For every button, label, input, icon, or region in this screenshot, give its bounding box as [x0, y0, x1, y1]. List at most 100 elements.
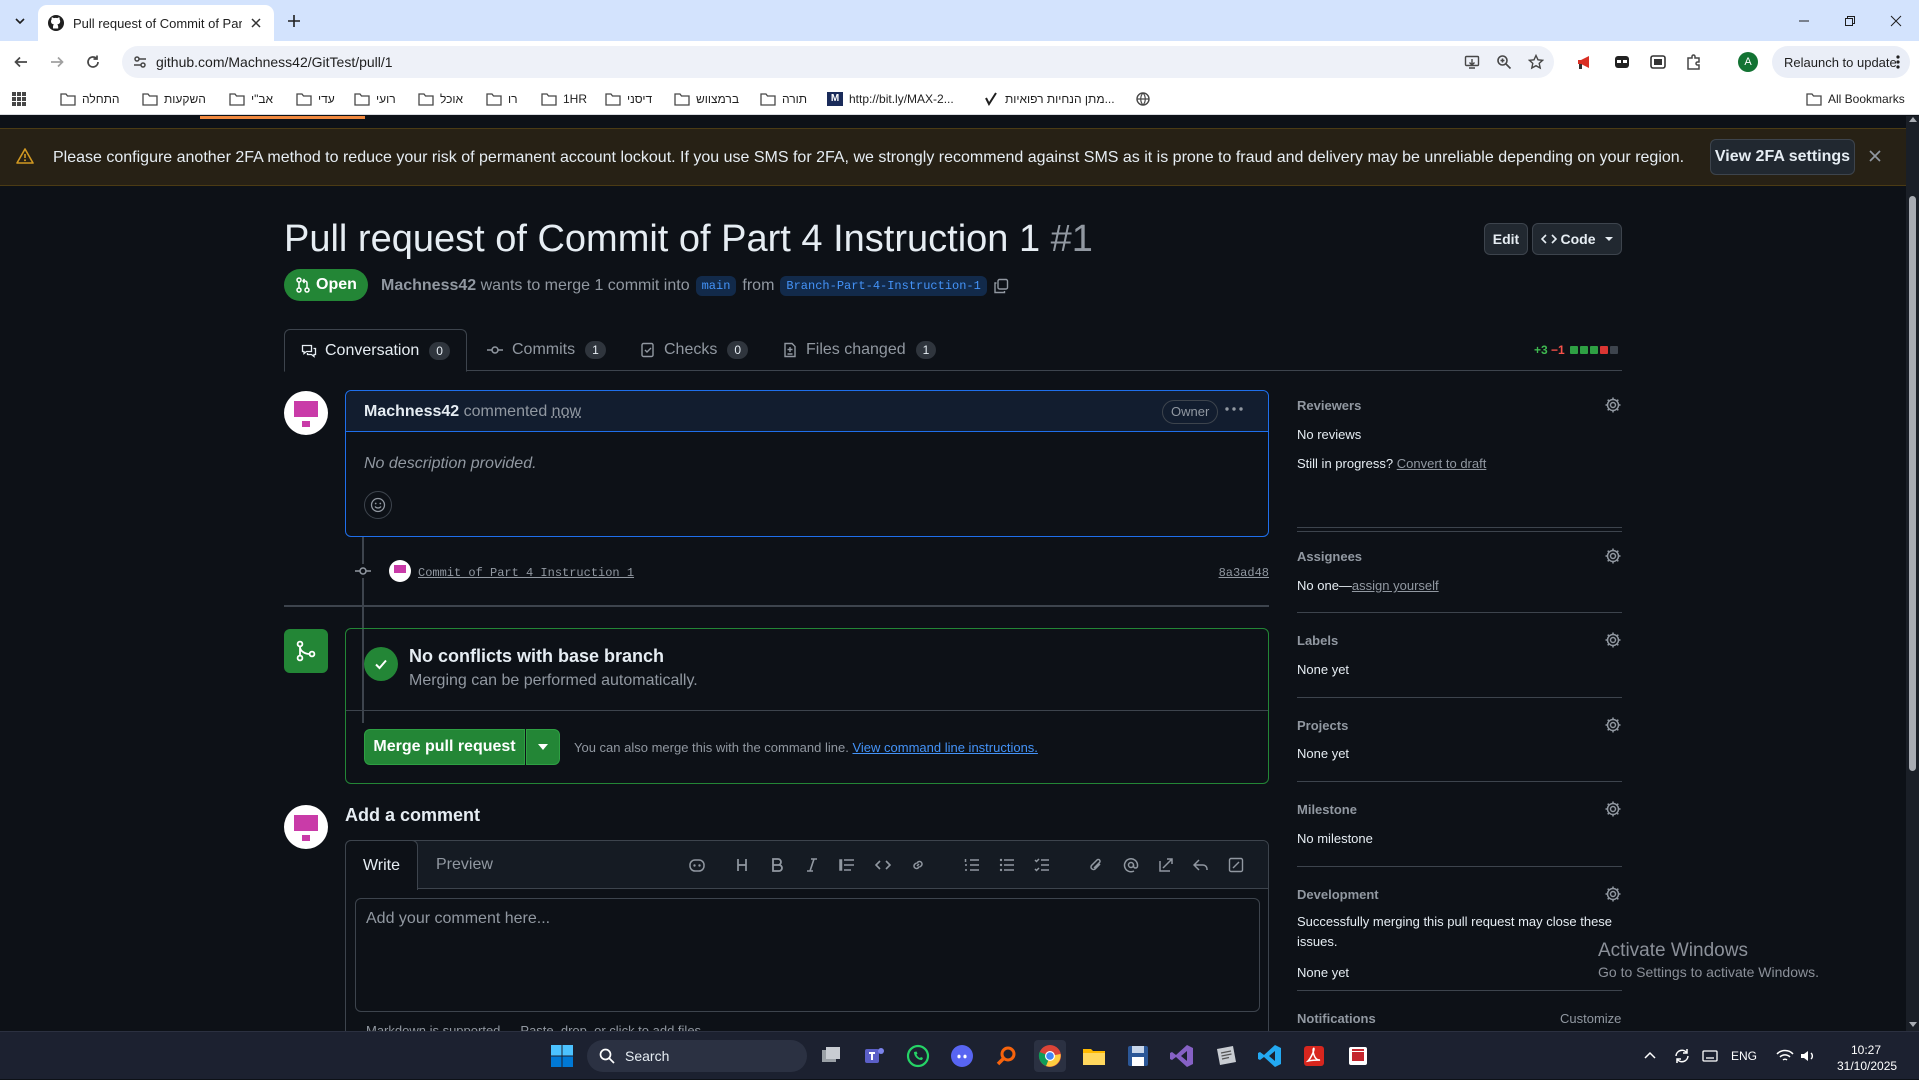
tab-search-icon[interactable]	[8, 9, 32, 33]
clock-time[interactable]: 10:27	[1851, 1043, 1881, 1057]
minimize-icon[interactable]	[1781, 0, 1827, 41]
reply-icon[interactable]	[1191, 855, 1211, 875]
profile-avatar[interactable]: A	[1736, 50, 1760, 74]
bookmark-link[interactable]: Mhttp://bit.ly/MAX-2...	[827, 90, 954, 108]
bookmark-folder[interactable]: רו	[486, 90, 518, 108]
file-explorer-icon[interactable]	[1078, 1040, 1110, 1072]
heading-icon[interactable]	[732, 855, 752, 875]
cross-reference-icon[interactable]	[1156, 855, 1176, 875]
apps-grid-icon[interactable]	[11, 90, 27, 108]
acrobat-icon[interactable]	[1298, 1040, 1330, 1072]
bookmark-folder[interactable]: עדי	[296, 90, 335, 108]
extension-incognito-icon[interactable]	[1610, 50, 1634, 74]
base-branch[interactable]: main	[696, 276, 737, 296]
keyboard-icon[interactable]	[1702, 1049, 1718, 1063]
tab-write[interactable]: Write	[345, 840, 418, 890]
commit-message-link[interactable]: Commit of Part 4 Instruction 1	[418, 566, 634, 580]
address-bar[interactable]: github.com/Machness42/GitTest/pull/1	[122, 46, 1554, 78]
scroll-down-icon[interactable]	[1909, 1022, 1917, 1028]
sync-icon[interactable]	[1673, 1047, 1691, 1065]
merge-method-dropdown[interactable]	[526, 729, 560, 765]
discord-icon[interactable]	[946, 1040, 978, 1072]
tab-commits[interactable]: Commits 1	[486, 329, 606, 371]
assign-yourself-link[interactable]: assign yourself	[1352, 578, 1439, 593]
merge-pull-request-button[interactable]: Merge pull request	[364, 729, 525, 765]
development-heading[interactable]: Development	[1297, 887, 1379, 902]
convert-to-draft-link[interactable]: Convert to draft	[1397, 456, 1487, 471]
floppy-app-icon[interactable]	[1122, 1040, 1154, 1072]
comment-time[interactable]: now	[552, 403, 581, 420]
bookmark-link[interactable]	[1135, 90, 1157, 108]
command-line-instructions-link[interactable]: View command line instructions.	[852, 740, 1037, 755]
copy-icon[interactable]	[993, 278, 1009, 294]
unordered-list-icon[interactable]	[997, 855, 1017, 875]
commit-sha-link[interactable]: 8a3ad48	[1219, 566, 1269, 580]
avatar[interactable]	[284, 391, 328, 435]
bookmark-folder[interactable]: התחלה	[60, 90, 120, 108]
gear-icon[interactable]	[1604, 631, 1622, 649]
customize-link[interactable]: Customize	[1560, 1011, 1621, 1026]
paste-files-note[interactable]: Paste, drop, or click to add files	[520, 1023, 701, 1031]
restore-icon[interactable]	[1827, 0, 1873, 41]
close-icon[interactable]	[1868, 149, 1882, 163]
add-reaction-button[interactable]	[364, 491, 392, 519]
task-view-icon[interactable]	[815, 1040, 847, 1072]
ordered-list-icon[interactable]	[962, 855, 982, 875]
reviewers-heading[interactable]: Reviewers	[1297, 398, 1361, 413]
bookmark-folder[interactable]: השקעות	[142, 90, 206, 108]
tab-preview[interactable]: Preview	[436, 856, 493, 874]
quote-icon[interactable]	[837, 855, 857, 875]
tab-files-changed[interactable]: Files changed 1	[782, 329, 936, 371]
scrollbar-thumb[interactable]	[1909, 196, 1916, 771]
pr-author-link[interactable]: Machness42	[381, 277, 476, 295]
extension-megaphone-icon[interactable]	[1573, 50, 1597, 74]
copilot-icon[interactable]	[687, 855, 707, 875]
chevron-up-icon[interactable]	[1644, 1051, 1656, 1059]
bookmark-link[interactable]: מתן הנחיות רפואיות...	[983, 90, 1115, 108]
task-list-icon[interactable]	[1032, 855, 1052, 875]
reload-icon[interactable]	[81, 50, 105, 74]
head-branch[interactable]: Branch-Part-4-Instruction-1	[780, 276, 986, 296]
zoom-icon[interactable]	[1496, 54, 1512, 70]
italic-icon[interactable]	[802, 855, 822, 875]
install-app-icon[interactable]	[1464, 54, 1480, 70]
taskbar-search[interactable]: Search	[587, 1040, 807, 1072]
bookmark-star-icon[interactable]	[1528, 54, 1544, 70]
start-icon[interactable]	[546, 1040, 578, 1072]
avatar[interactable]	[284, 805, 328, 849]
comment-textarea[interactable]	[355, 898, 1260, 1012]
labels-heading[interactable]: Labels	[1297, 633, 1338, 648]
code-icon[interactable]	[873, 855, 893, 875]
bookmark-folder[interactable]: תורה	[760, 90, 807, 108]
forward-icon[interactable]	[45, 50, 69, 74]
relaunch-button[interactable]: Relaunch to update	[1772, 46, 1910, 78]
milestone-heading[interactable]: Milestone	[1297, 802, 1357, 817]
close-tab-icon[interactable]	[248, 15, 264, 31]
bookmark-folder[interactable]: אוכל	[418, 90, 463, 108]
scroll-up-icon[interactable]	[1909, 116, 1917, 122]
code-button[interactable]: Code	[1532, 223, 1622, 255]
clock-date[interactable]: 31/10/2025	[1837, 1059, 1897, 1073]
visual-studio-icon[interactable]	[1166, 1040, 1198, 1072]
teams-icon[interactable]	[858, 1040, 890, 1072]
gear-icon[interactable]	[1604, 885, 1622, 903]
link-icon[interactable]	[908, 855, 928, 875]
extensions-puzzle-icon[interactable]	[1682, 50, 1706, 74]
whatsapp-icon[interactable]	[902, 1040, 934, 1072]
bookmark-folder[interactable]: דיסני	[605, 90, 652, 108]
search-app-icon[interactable]	[990, 1040, 1022, 1072]
all-bookmarks-folder[interactable]: All Bookmarks	[1806, 90, 1905, 108]
avatar[interactable]	[389, 560, 411, 582]
mention-icon[interactable]	[1121, 855, 1141, 875]
wifi-icon[interactable]	[1776, 1048, 1794, 1064]
view-2fa-settings-button[interactable]: View 2FA settings	[1710, 139, 1855, 175]
close-window-icon[interactable]	[1873, 0, 1919, 41]
bookmark-folder[interactable]: אב"י	[229, 90, 273, 108]
assignees-heading[interactable]: Assignees	[1297, 549, 1362, 564]
volume-icon[interactable]	[1800, 1048, 1816, 1064]
fullscreen-icon[interactable]	[1226, 855, 1246, 875]
projects-heading[interactable]: Projects	[1297, 718, 1348, 733]
language-indicator[interactable]: ENG	[1731, 1049, 1757, 1063]
vscode-icon[interactable]	[1254, 1040, 1286, 1072]
site-info-icon[interactable]	[132, 54, 148, 70]
